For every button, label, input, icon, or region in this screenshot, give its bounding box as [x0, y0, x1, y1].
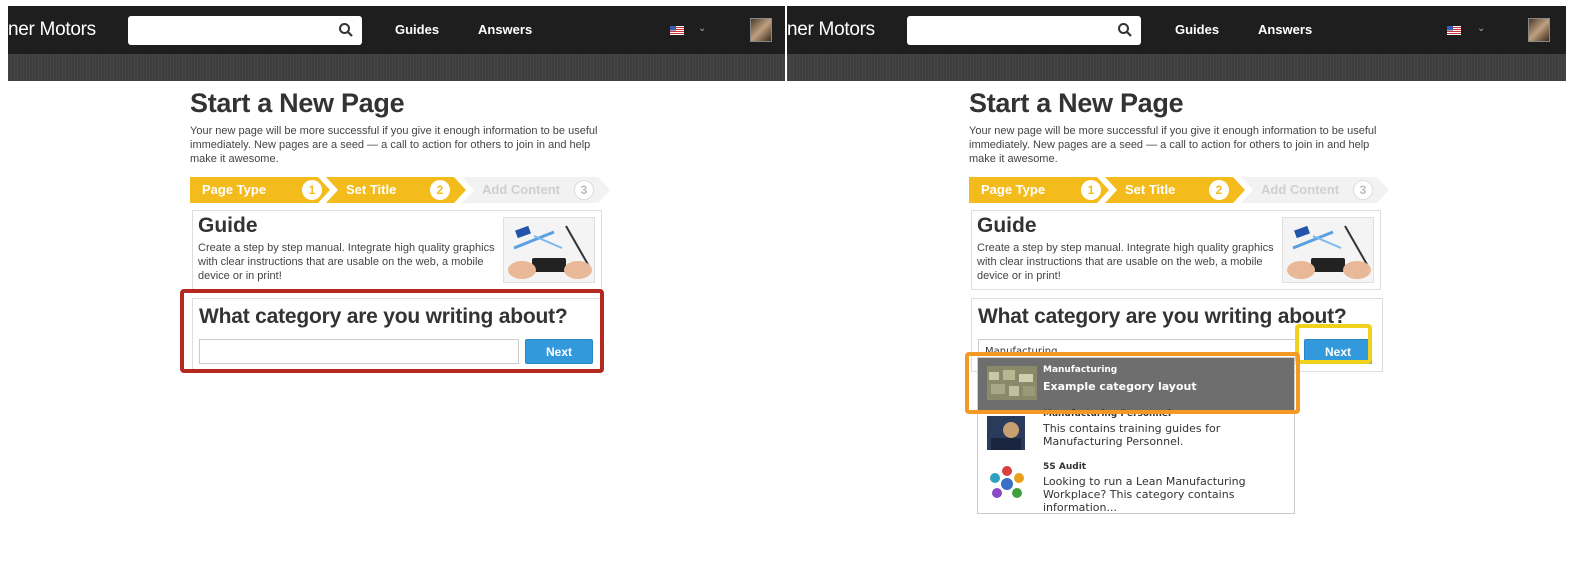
guide-title: Guide [977, 214, 1037, 237]
step-label: Set Title [1125, 182, 1176, 197]
search-icon[interactable] [1117, 22, 1133, 38]
step-label: Page Type [981, 182, 1046, 197]
intro-text: Your new page will be more successful if… [190, 125, 598, 165]
new-page-form: Start a New Page Your new page will be m… [969, 88, 1389, 372]
search-icon[interactable] [338, 22, 354, 38]
guide-description: Create a step by step manual. Integrate … [977, 242, 1274, 282]
avatar[interactable] [750, 18, 772, 42]
nav-answers-link[interactable]: Answers [1258, 22, 1312, 37]
top-nav-bar: ner Motors Guides Answers ⌄ [787, 6, 1566, 54]
step-add-content: Add Content 3 [462, 177, 610, 203]
chevron-down-icon[interactable]: ⌄ [698, 23, 706, 34]
chevron-down-icon[interactable]: ⌄ [1477, 23, 1485, 34]
page-title: Start a New Page [969, 88, 1184, 118]
step-page-type[interactable]: Page Type 1 [969, 177, 1109, 203]
avatar[interactable] [1528, 18, 1550, 42]
suggestion-manufacturing-personnel[interactable]: Manufacturing Personnel This contains tr… [978, 409, 1294, 460]
right-screenshot-panel: ner Motors Guides Answers ⌄ Start a New … [787, 6, 1566, 585]
step-set-title[interactable]: Set Title 2 [1105, 177, 1245, 203]
step-label: Set Title [346, 182, 397, 197]
brand-name[interactable]: ner Motors [8, 19, 96, 41]
sub-nav-bar [8, 54, 785, 81]
guide-thumbnail [1282, 217, 1374, 283]
page-title: Start a New Page [190, 88, 405, 118]
step-number: 3 [1353, 180, 1373, 200]
guide-title: Guide [198, 214, 258, 237]
suggestion-description: Looking to run a Lean Manufacturing Work… [1043, 475, 1246, 514]
step-number: 3 [574, 180, 594, 200]
sub-nav-bar [787, 54, 1566, 81]
step-number: 1 [1081, 180, 1101, 200]
us-flag-icon[interactable] [670, 26, 684, 35]
guide-thumbnail [503, 217, 595, 283]
highlight-category-box [180, 289, 604, 373]
repair-illustration-icon [1283, 218, 1373, 282]
suggestion-5s-audit[interactable]: 5S Audit Looking to run a Lean Manufactu… [978, 460, 1294, 515]
nav-guides-link[interactable]: Guides [1175, 22, 1219, 37]
step-page-type[interactable]: Page Type 1 [190, 177, 330, 203]
nav-answers-link[interactable]: Answers [478, 22, 532, 37]
step-label: Add Content [482, 182, 560, 197]
5s-circles-icon [990, 466, 1024, 498]
search-input[interactable] [128, 16, 362, 45]
step-number: 1 [302, 180, 322, 200]
intro-text: Your new page will be more successful if… [969, 125, 1377, 165]
us-flag-icon[interactable] [1447, 26, 1461, 35]
nav-guides-link[interactable]: Guides [395, 22, 439, 37]
personnel-thumbnail-icon [987, 416, 1025, 450]
new-page-form: Start a New Page Your new page will be m… [190, 88, 610, 372]
left-screenshot-panel: ner Motors Guides Answers ⌄ Start a New … [8, 6, 785, 585]
highlight-next-button [1295, 324, 1372, 364]
suggestion-title: 5S Audit [1043, 462, 1087, 472]
highlight-selected-suggestion [965, 352, 1300, 414]
step-label: Add Content [1261, 182, 1339, 197]
top-nav-bar: ner Motors Guides Answers ⌄ [8, 6, 785, 54]
step-progress: Page Type 1 Set Title 2 Add Content 3 [969, 177, 1389, 203]
step-set-title[interactable]: Set Title 2 [326, 177, 466, 203]
guide-description: Create a step by step manual. Integrate … [198, 242, 495, 282]
suggestion-description: This contains training guides for Manufa… [1043, 422, 1221, 448]
step-add-content: Add Content 3 [1241, 177, 1389, 203]
category-question: What category are you writing about? [978, 305, 1347, 328]
step-progress: Page Type 1 Set Title 2 Add Content 3 [190, 177, 610, 203]
brand-name[interactable]: ner Motors [787, 19, 875, 41]
guide-type-card[interactable]: Guide Create a step by step manual. Inte… [971, 210, 1381, 290]
search-input[interactable] [907, 16, 1141, 45]
repair-illustration-icon [504, 218, 594, 282]
step-number: 2 [1209, 180, 1229, 200]
step-number: 2 [430, 180, 450, 200]
guide-type-card[interactable]: Guide Create a step by step manual. Inte… [192, 210, 602, 290]
step-label: Page Type [202, 182, 267, 197]
